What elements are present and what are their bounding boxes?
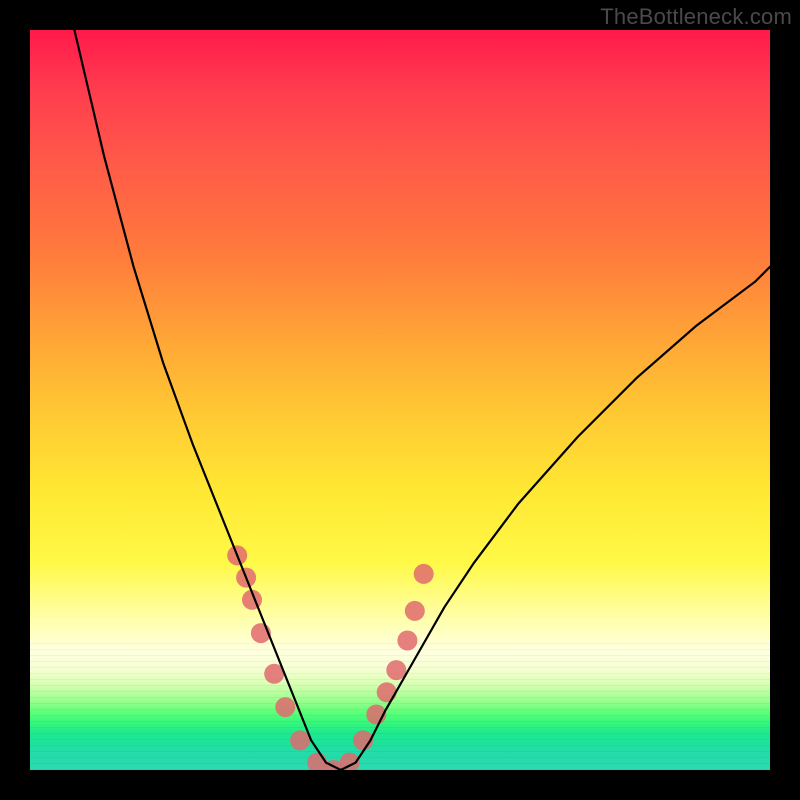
watermark-text: TheBottleneck.com [600, 4, 792, 30]
marker-group [227, 545, 434, 770]
plot-area [30, 30, 770, 770]
marker-dot [290, 730, 310, 750]
marker-dot [414, 564, 434, 584]
bottleneck-curve [74, 30, 770, 770]
chart-svg [30, 30, 770, 770]
marker-dot [397, 631, 417, 651]
marker-dot [405, 601, 425, 621]
outer-frame: TheBottleneck.com [0, 0, 800, 800]
marker-dot [377, 682, 397, 702]
marker-dot [275, 697, 295, 717]
